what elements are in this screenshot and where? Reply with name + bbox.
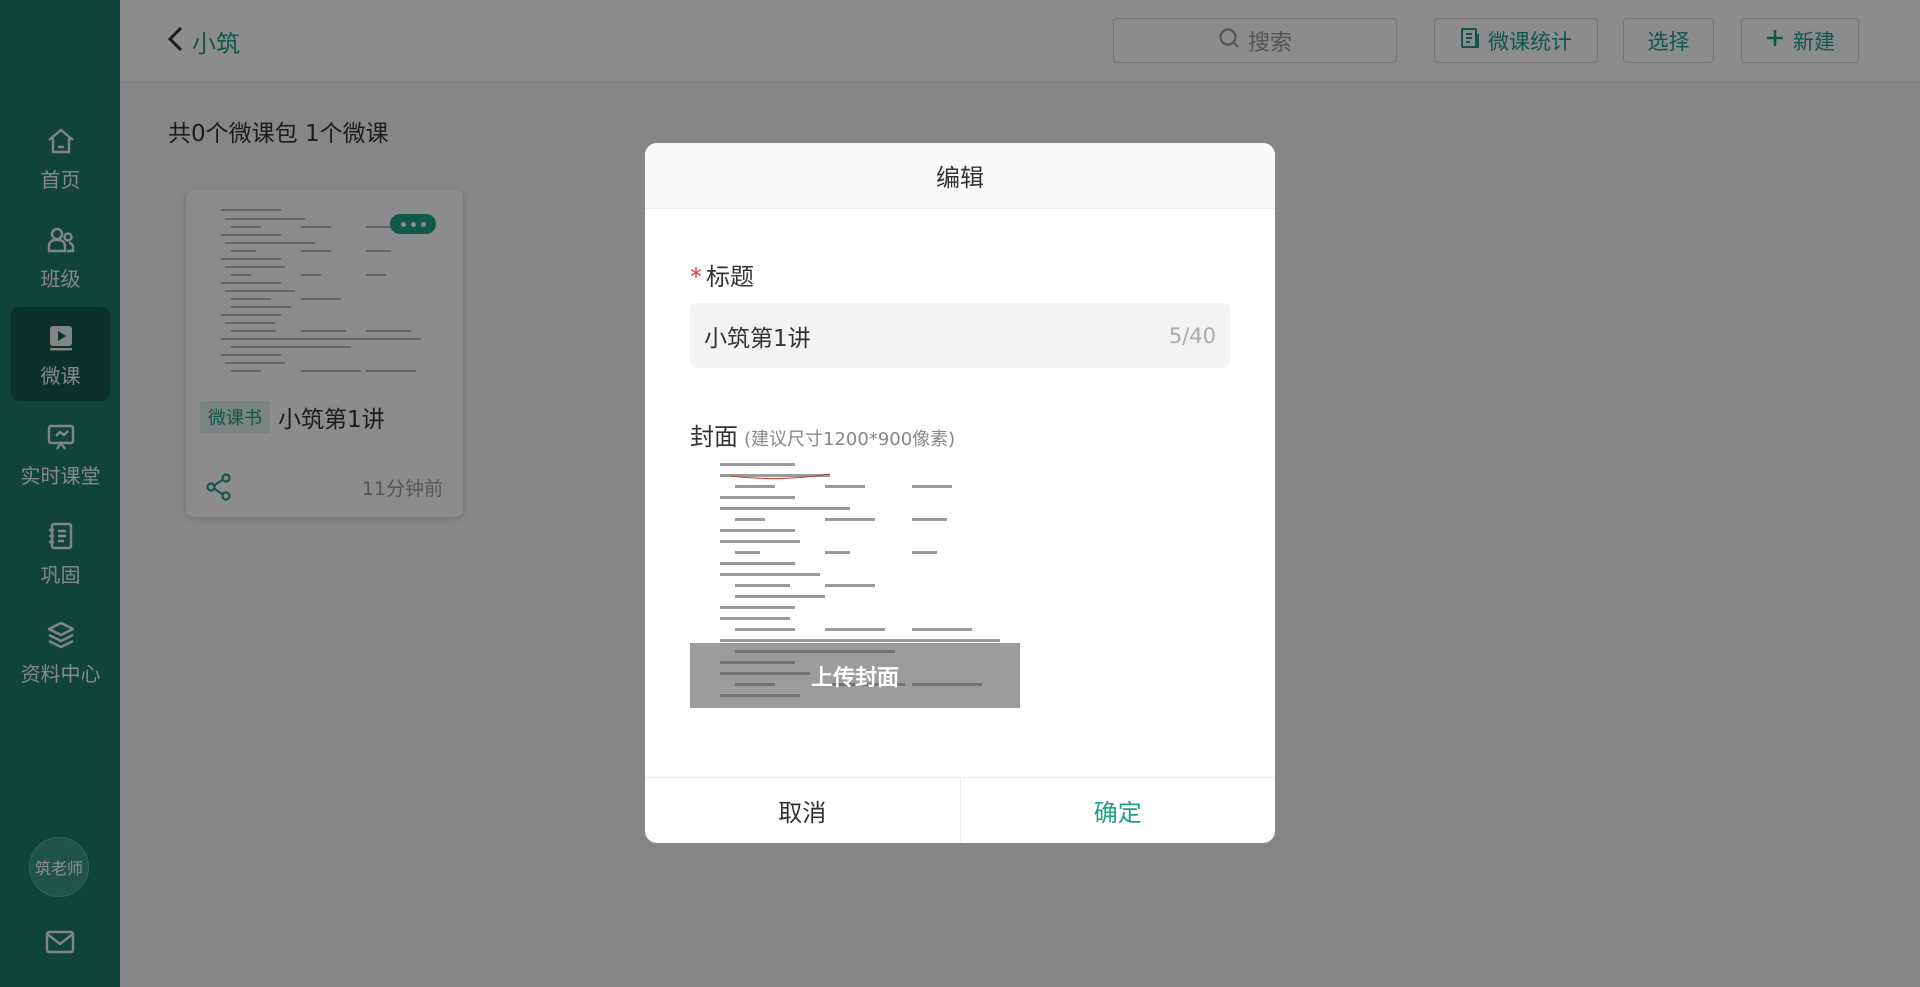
cover-hint: (建议尺寸1200*900像素) xyxy=(744,429,956,450)
edit-modal: 编辑 * 标题 小筑第1讲 5/40 封面 (建议尺寸1200*900像素) 上… xyxy=(645,143,1275,843)
title-field-label: * 标题 xyxy=(690,257,754,292)
cover-field-label: 封面 (建议尺寸1200*900像素) xyxy=(690,417,955,452)
modal-title: 编辑 xyxy=(645,143,1275,209)
title-input[interactable]: 小筑第1讲 5/40 xyxy=(690,303,1230,368)
title-value: 小筑第1讲 xyxy=(704,325,811,352)
cover-label-text: 封面 xyxy=(690,423,738,451)
required-mark: * xyxy=(690,263,702,291)
confirm-button[interactable]: 确定 xyxy=(961,778,1276,843)
title-label-text: 标题 xyxy=(706,263,754,291)
modal-footer: 取消 确定 xyxy=(645,777,1275,843)
app-root: 首页 班级 微课 实时课堂 巩固 资料中心 筑老师 小筑 搜索 微课统计 选择 … xyxy=(0,0,1920,987)
cancel-button[interactable]: 取消 xyxy=(645,778,961,843)
upload-cover-button[interactable]: 上传封面 xyxy=(690,643,1020,708)
cover-image[interactable]: 上传封面 xyxy=(690,458,1020,708)
title-counter: 5/40 xyxy=(1168,323,1216,348)
